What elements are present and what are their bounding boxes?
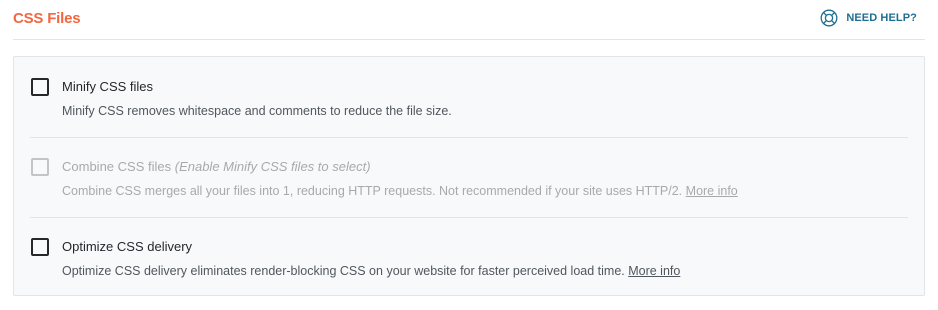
section-header: CSS Files NEED HELP? <box>13 0 925 40</box>
need-help-label: NEED HELP? <box>846 12 917 24</box>
more-info-link[interactable]: More info <box>686 184 738 198</box>
option-label: Optimize CSS delivery <box>62 239 192 254</box>
option-description: Optimize CSS delivery eliminates render-… <box>62 264 680 278</box>
lifebuoy-icon <box>820 9 838 27</box>
section-title: CSS Files <box>13 10 81 27</box>
option-description-text: Optimize CSS delivery eliminates render-… <box>62 264 625 278</box>
css-options-panel: Minify CSS files Minify CSS removes whit… <box>13 56 925 296</box>
option-minify-css: Minify CSS files Minify CSS removes whit… <box>14 57 924 137</box>
option-hint: (Enable Minify CSS files to select) <box>174 159 371 174</box>
option-label-text: Optimize CSS delivery <box>62 239 193 254</box>
need-help-link[interactable]: NEED HELP? <box>820 9 917 27</box>
option-description-text: Combine CSS merges all your files into 1… <box>62 184 683 198</box>
option-label: Minify CSS files <box>62 79 153 94</box>
combine-css-checkbox <box>31 158 49 176</box>
option-description: Combine CSS merges all your files into 1… <box>62 184 738 198</box>
option-description-text: Minify CSS removes whitespace and commen… <box>62 104 452 118</box>
minify-css-checkbox[interactable] <box>31 78 49 96</box>
option-label: Combine CSS files (Enable Minify CSS fil… <box>62 159 371 174</box>
option-label-text: Minify CSS files <box>62 79 154 94</box>
option-description: Minify CSS removes whitespace and commen… <box>62 104 452 118</box>
option-label-text: Combine CSS files <box>62 159 172 174</box>
option-optimize-css-delivery: Optimize CSS delivery Optimize CSS deliv… <box>14 217 924 297</box>
more-info-link[interactable]: More info <box>628 264 680 278</box>
optimize-css-delivery-checkbox[interactable] <box>31 238 49 256</box>
option-combine-css: Combine CSS files (Enable Minify CSS fil… <box>14 137 924 217</box>
